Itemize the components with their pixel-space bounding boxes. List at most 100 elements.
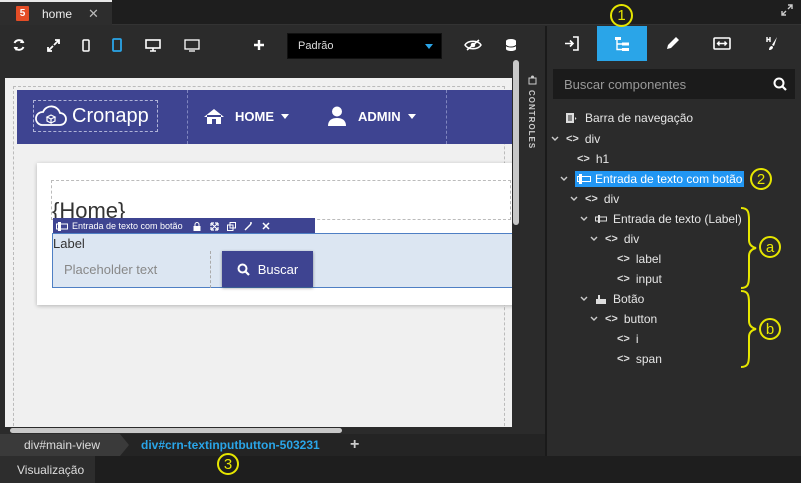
breadcrumb-add-button[interactable]: + <box>350 436 359 454</box>
large-monitor-icon[interactable] <box>181 34 203 56</box>
navbar-component-icon <box>566 113 577 123</box>
chevron-down-icon[interactable] <box>580 215 588 223</box>
tree-node-label: h1 <box>595 152 610 166</box>
chevron-down-icon[interactable] <box>560 175 568 183</box>
input-label: Label <box>53 236 85 251</box>
bottom-bar: Visualização <box>0 456 801 483</box>
tree-node-label-el[interactable]: <> label <box>617 250 661 268</box>
tree-node-text-input-button[interactable]: Entrada de texto com botão <box>560 170 745 188</box>
search-button[interactable]: Buscar <box>222 251 313 287</box>
device-select[interactable]: Padrão <box>287 33 442 59</box>
tab-responsive[interactable] <box>697 26 747 61</box>
tablet-icon[interactable] <box>106 34 128 56</box>
tree-node-label: div <box>584 132 601 146</box>
code-icon: <> <box>605 313 618 325</box>
tree-node-div[interactable]: <> div <box>590 230 639 248</box>
database-icon[interactable] <box>500 34 522 56</box>
eye-hide-icon[interactable] <box>462 34 484 56</box>
pencil-icon <box>666 37 679 49</box>
tree-node-label: div <box>623 232 640 246</box>
logo[interactable]: Cronapp <box>33 100 158 132</box>
magic-wand-icon[interactable] <box>244 221 253 231</box>
tree-node-navbar[interactable]: Barra de navegação <box>565 109 693 127</box>
desktop-icon[interactable] <box>142 34 164 56</box>
tree-node-input[interactable]: <> input <box>617 270 662 288</box>
code-icon: <> <box>577 153 590 165</box>
tab-import[interactable] <box>547 26 597 61</box>
mobile-icon[interactable] <box>75 34 97 56</box>
copy-icon[interactable] <box>226 221 236 231</box>
input-component-icon <box>595 215 607 223</box>
canvas-horizontal-scrollbar[interactable] <box>5 427 512 433</box>
tab-styles[interactable] <box>747 26 797 61</box>
tab-edit[interactable] <box>647 26 697 61</box>
refresh-icon[interactable] <box>8 34 30 56</box>
fullscreen-icon[interactable] <box>42 34 64 56</box>
tree-node-span[interactable]: <> span <box>617 350 662 368</box>
breadcrumb-item-main-view[interactable]: div#main-view <box>0 434 120 456</box>
tree-node-div[interactable]: <> div <box>551 130 600 148</box>
nav-item-home[interactable]: HOME <box>203 108 289 125</box>
tree-node-label: div <box>603 192 620 206</box>
text-input-button-component[interactable]: Label Placeholder text Buscar <box>52 233 512 288</box>
tree-node-label: label <box>635 252 662 266</box>
scrollbar-thumb[interactable] <box>513 60 519 225</box>
chevron-down-icon[interactable] <box>590 315 598 323</box>
add-icon[interactable] <box>248 34 270 56</box>
canvas-vertical-scrollbar[interactable] <box>512 60 520 428</box>
code-icon: <> <box>585 193 598 205</box>
tree-node-label: input <box>635 272 662 286</box>
brace-b <box>740 290 757 368</box>
close-icon[interactable] <box>262 222 270 230</box>
brace-a <box>740 207 757 289</box>
chevron-down-icon[interactable] <box>590 235 598 243</box>
chevron-down-icon[interactable] <box>580 295 588 303</box>
input-placeholder: Placeholder text <box>64 262 158 277</box>
nav-item-label: HOME <box>235 109 274 124</box>
tree-node-botao[interactable]: Botão <box>580 290 644 308</box>
caret-down-icon <box>407 113 416 119</box>
chevron-down-icon[interactable] <box>551 135 559 143</box>
code-icon: <> <box>617 253 630 265</box>
tree-node-label: Botão <box>613 292 645 306</box>
tree-node-label: Entrada de texto (Label) <box>613 212 742 226</box>
code-icon: <> <box>617 333 630 345</box>
tree-node-selected: Entrada de texto com botão <box>575 171 745 187</box>
navbar[interactable]: Cronapp HOME ADMIN <box>17 90 512 144</box>
tree-node-button[interactable]: <> button <box>590 310 657 328</box>
tree-node-h1[interactable]: <> h1 <box>577 150 609 168</box>
search-icon[interactable] <box>773 77 787 91</box>
lock-icon[interactable] <box>193 221 201 231</box>
controles-side-tab[interactable]: CONTROLES <box>523 70 545 160</box>
move-icon[interactable] <box>209 221 219 231</box>
text-input[interactable]: Placeholder text <box>53 251 211 288</box>
tab-visualizacao[interactable]: Visualização <box>0 456 95 483</box>
nav-item-label: ADMIN <box>358 108 401 124</box>
arrows-horizontal-icon <box>713 37 731 50</box>
search-button-label: Buscar <box>257 261 299 277</box>
annotation-1: 1 <box>610 4 633 27</box>
maximize-icon[interactable] <box>781 4 793 16</box>
tree-node-div[interactable]: <> div <box>570 190 619 208</box>
component-toolbar-title: Entrada de texto com botão <box>72 221 183 231</box>
scrollbar-thumb[interactable] <box>10 428 342 433</box>
breadcrumb-item-current[interactable]: div#crn-textinputbutton-503231 <box>141 438 320 452</box>
tab-component-tree[interactable] <box>597 26 647 61</box>
logo-text: Cronapp <box>72 104 149 127</box>
nav-item-admin[interactable]: ADMIN <box>328 106 416 126</box>
tree-node-text-input-label[interactable]: Entrada de texto (Label) <box>580 210 742 228</box>
tree-node-label: Entrada de texto com botão <box>595 172 743 186</box>
home-icon <box>204 109 224 124</box>
annotation-b: b <box>759 318 781 340</box>
chevron-down-icon[interactable] <box>570 195 578 203</box>
close-tab-icon[interactable]: ✕ <box>88 6 99 22</box>
search-components-input[interactable]: Buscar componentes <box>553 69 795 99</box>
tree-node-i[interactable]: <> i <box>617 330 639 348</box>
code-icon: <> <box>617 353 630 365</box>
component-icon <box>56 221 68 231</box>
design-canvas[interactable]: Cronapp HOME ADMIN {Home} Entrada de tex… <box>5 78 512 427</box>
code-icon: <> <box>617 273 630 285</box>
code-icon: <> <box>605 233 618 245</box>
tab-home[interactable]: 5 home ✕ <box>0 0 112 25</box>
search-icon <box>237 263 250 276</box>
